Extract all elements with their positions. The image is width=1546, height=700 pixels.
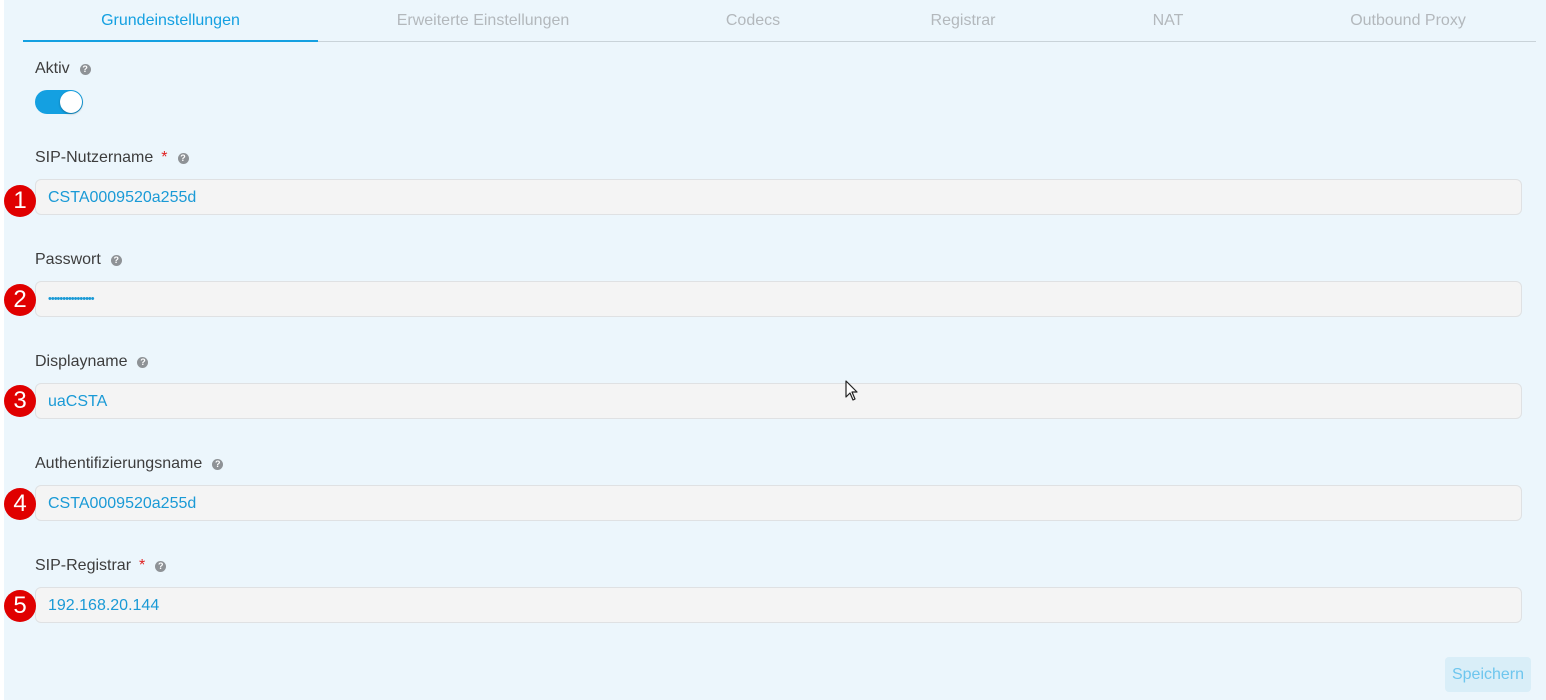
password-input[interactable]: •••••••••••••••• <box>35 281 1522 317</box>
tab-outbound-proxy[interactable]: Outbound Proxy <box>1308 0 1508 41</box>
tab-erweiterte-einstellungen[interactable]: Erweiterte Einstellungen <box>348 0 618 41</box>
save-button[interactable]: Speichern <box>1445 657 1531 692</box>
tab-grundeinstellungen[interactable]: Grundeinstellungen <box>23 0 318 42</box>
help-icon[interactable]: ? <box>212 458 224 470</box>
required-marker: * <box>161 149 168 166</box>
help-icon[interactable]: ? <box>137 356 149 368</box>
password-label: Passwort <box>35 251 101 268</box>
auth-name-value: CSTA0009520a255d <box>48 495 197 512</box>
auth-name-label-row: Authentifizierungsname ? <box>35 455 224 473</box>
auth-name-input[interactable]: CSTA0009520a255d <box>35 485 1522 521</box>
required-marker: * <box>139 557 146 574</box>
sip-registrar-label-row: SIP-Registrar * ? <box>35 557 167 575</box>
display-name-label-row: Displayname ? <box>35 353 149 371</box>
password-label-row: Passwort ? <box>35 251 122 269</box>
password-value: •••••••••••••••• <box>48 293 95 305</box>
callout-badge-2: 2 <box>4 284 36 316</box>
callout-badge-5: 5 <box>4 590 36 622</box>
help-icon[interactable]: ? <box>155 560 167 572</box>
help-icon[interactable]: ? <box>110 254 122 266</box>
tab-registrar[interactable]: Registrar <box>883 0 1043 41</box>
callout-badge-4: 4 <box>4 488 36 520</box>
tab-codecs[interactable]: Codecs <box>663 0 843 41</box>
display-name-label: Displayname <box>35 353 128 370</box>
sip-username-label: SIP-Nutzername <box>35 149 154 166</box>
sip-registrar-label: SIP-Registrar <box>35 557 132 574</box>
display-name-value: uaCSTA <box>48 393 108 410</box>
tab-bar: Grundeinstellungen Erweiterte Einstellun… <box>23 0 1536 42</box>
sip-registrar-input[interactable]: 192.168.20.144 <box>35 587 1522 623</box>
active-label-row: Aktiv ? <box>35 60 91 78</box>
sip-registrar-value: 192.168.20.144 <box>48 597 160 614</box>
active-label: Aktiv <box>35 60 70 77</box>
display-name-input[interactable]: uaCSTA <box>35 383 1522 419</box>
sip-username-input[interactable]: CSTA0009520a255d <box>35 179 1522 215</box>
auth-name-label: Authentifizierungsname <box>35 455 203 472</box>
settings-panel: Grundeinstellungen Erweiterte Einstellun… <box>4 0 1546 700</box>
help-icon[interactable]: ? <box>79 63 91 75</box>
tab-nat[interactable]: NAT <box>1088 0 1248 41</box>
help-icon[interactable]: ? <box>177 152 189 164</box>
sip-username-label-row: SIP-Nutzername * ? <box>35 149 189 167</box>
sip-username-value: CSTA0009520a255d <box>48 189 197 206</box>
mouse-pointer-icon <box>845 380 858 401</box>
active-toggle[interactable] <box>35 90 83 114</box>
callout-badge-3: 3 <box>4 385 36 417</box>
toggle-knob <box>60 91 82 113</box>
callout-badge-1: 1 <box>4 185 36 217</box>
